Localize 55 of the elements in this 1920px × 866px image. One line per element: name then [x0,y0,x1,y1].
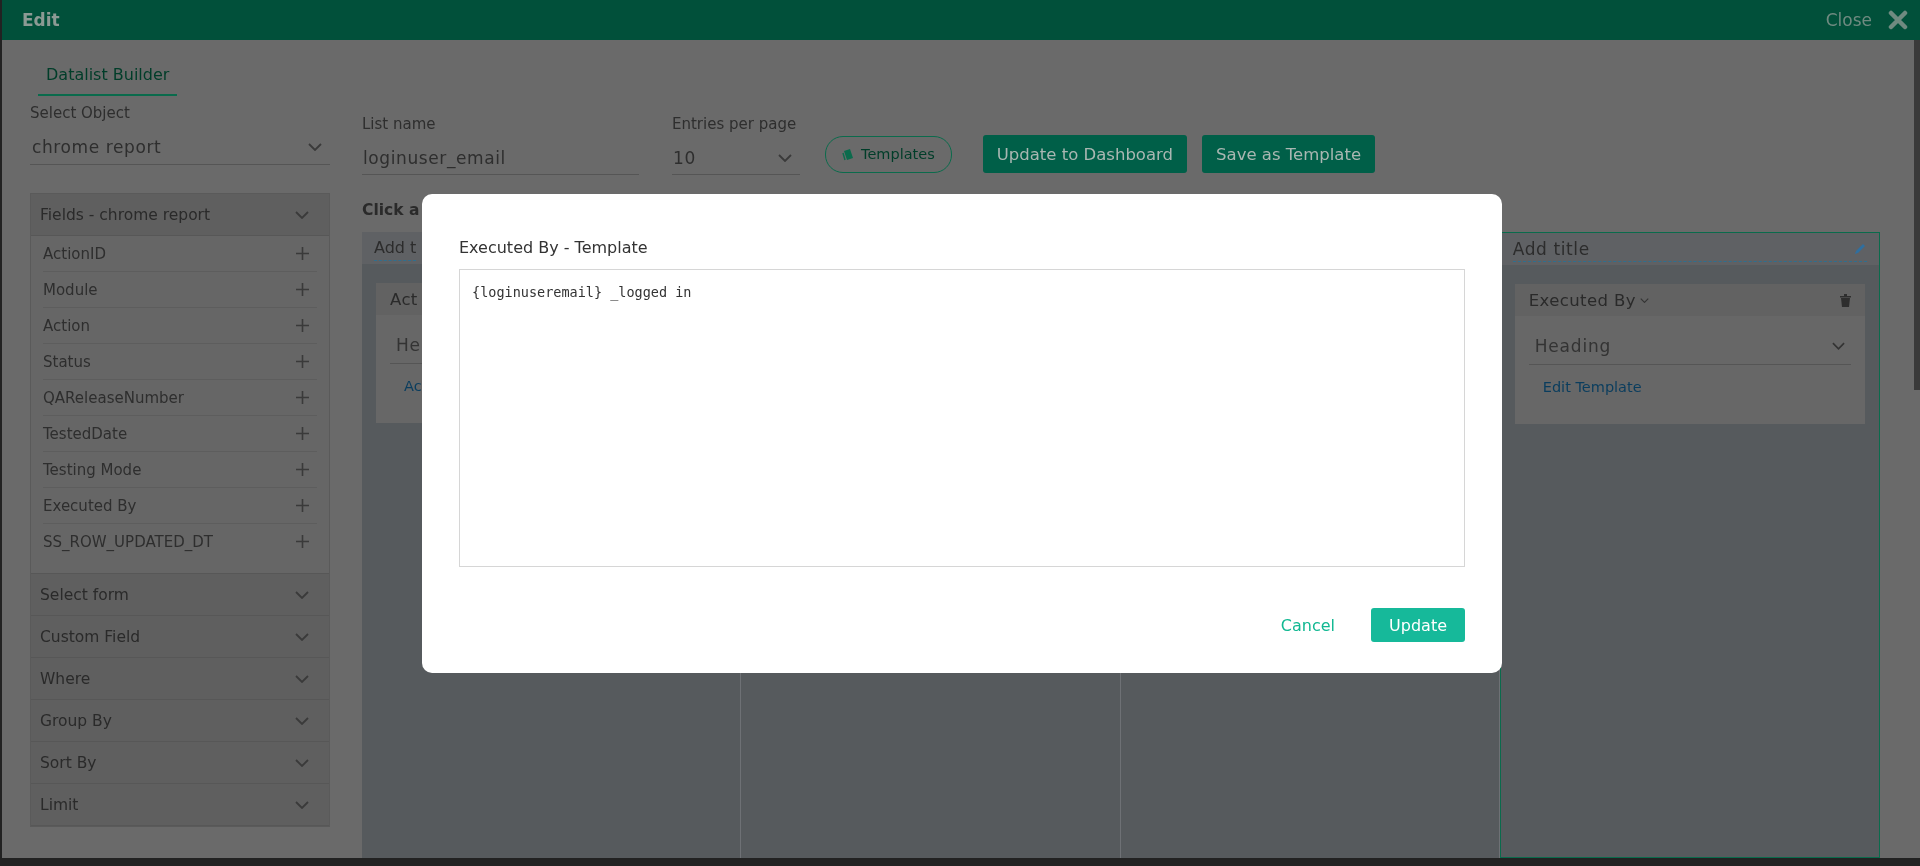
chevron-down-icon [295,674,309,683]
plus-icon[interactable] [296,427,309,440]
edit-template-link[interactable]: Edit Template [1542,379,1642,395]
trash-icon[interactable] [1840,293,1851,307]
field-item[interactable]: TestedDate [43,416,317,452]
list-name-field[interactable]: loginuser_email [362,141,639,175]
plus-icon[interactable] [296,499,309,512]
field-item[interactable]: Executed By [43,488,317,524]
chevron-down-icon [295,590,309,599]
tag-icon [842,147,855,161]
plus-icon[interactable] [296,247,309,260]
action-button[interactable]: Save as Template [1202,135,1376,173]
field-label: List name [362,115,437,133]
instruction-text: Click a [362,199,420,221]
title-field[interactable]: Add t [374,235,417,261]
pencil-icon[interactable] [1854,242,1867,255]
field-item[interactable]: Testing Mode [43,452,317,488]
chevron-down-icon [308,143,322,151]
field-item[interactable]: SS_ROW_UPDATED_DT [43,524,317,559]
field-item[interactable]: Status [43,344,317,380]
scrollbar[interactable] [1914,40,1920,390]
field-item[interactable]: QAReleaseNumber [43,380,317,416]
field-label: Select Object [30,104,131,122]
close-link[interactable]: Close [1825,10,1872,30]
chevron-down-icon [295,800,309,809]
plus-icon[interactable] [296,283,309,296]
chevron-down-icon [778,153,792,162]
field-label: Entries per page [672,115,798,133]
field-item[interactable]: ActionID [43,236,317,272]
modal-title: Executed By - Template [459,238,649,257]
update-button[interactable]: Update [1371,608,1465,642]
plus-icon[interactable] [296,319,309,332]
field-name[interactable]: Act [390,289,418,309]
object-dropdown[interactable]: chrome report [30,130,330,165]
entries-dropdown[interactable]: 10 [672,141,800,175]
caret-icon [1639,297,1649,303]
plus-icon[interactable] [296,355,309,368]
chevron-down-icon [295,716,309,725]
chevron-down-icon [1832,342,1845,350]
cancel-button[interactable]: Cancel [1274,614,1342,636]
edit-template-link[interactable]: Ac [404,378,422,394]
plus-icon[interactable] [296,535,309,548]
window-title: Edit [22,10,60,30]
chevron-down-icon [295,758,309,767]
chevron-down-icon [295,210,309,219]
field-item[interactable]: Module [43,272,317,308]
action-button[interactable]: Update to Dashboard [982,135,1188,173]
tab[interactable]: Datalist Builder [38,65,178,96]
chevron-down-icon [295,632,309,641]
plus-icon[interactable] [296,391,309,404]
template-textarea[interactable]: {loginuseremail} _logged in [459,269,1465,567]
templates-button[interactable]: Templates [825,135,952,173]
plus-icon[interactable] [296,463,309,476]
close-icon[interactable] [1888,10,1908,30]
field-item[interactable]: Action [43,308,317,344]
